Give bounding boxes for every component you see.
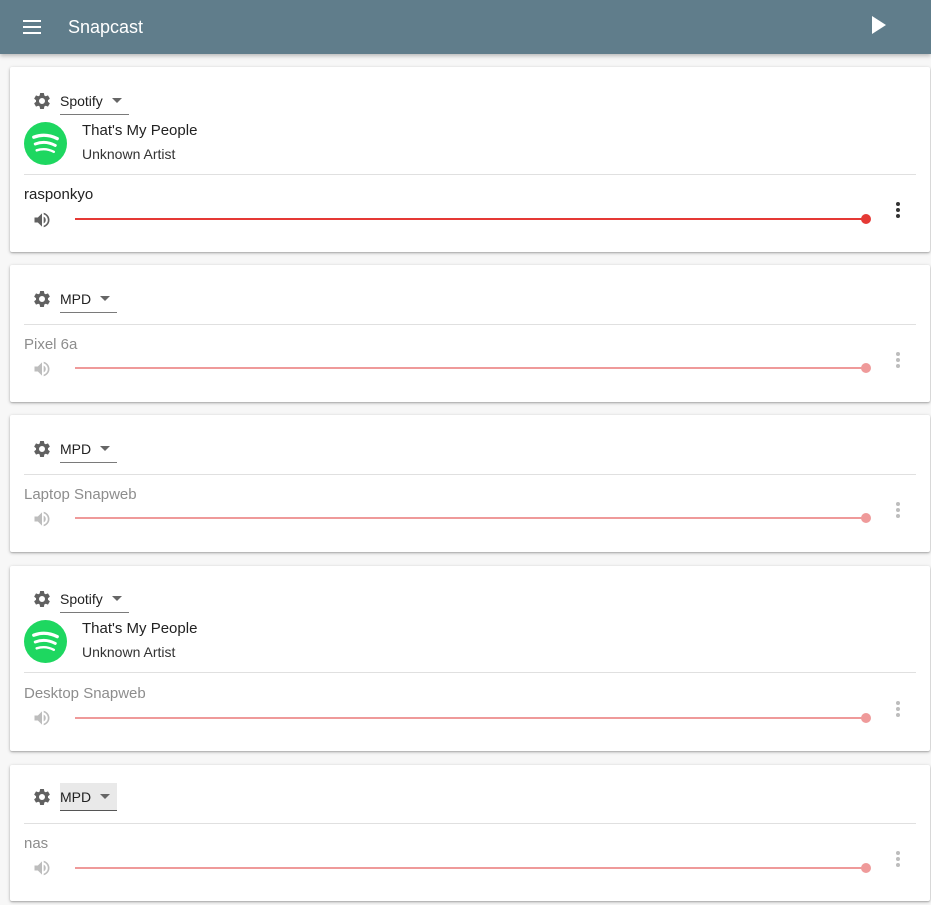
stream-select-value: Spotify (60, 590, 103, 607)
volume-icon[interactable] (32, 858, 52, 878)
volume-slider-track (75, 517, 866, 519)
more-vert-icon (896, 202, 900, 218)
group-settings-button[interactable] (32, 91, 52, 111)
volume-slider[interactable] (75, 213, 871, 225)
app-bar: Snapcast (0, 0, 931, 54)
volume-slider[interactable] (75, 712, 871, 724)
client-menu-button[interactable] (888, 500, 908, 520)
volume-slider[interactable] (75, 512, 871, 524)
divider (24, 174, 916, 175)
more-vert-icon (896, 701, 900, 717)
volume-slider-track (75, 717, 866, 719)
volume-slider[interactable] (75, 862, 871, 874)
stream-select-value: MPD (60, 290, 92, 307)
track-title: That's My People (82, 122, 198, 139)
stream-select[interactable]: MPD (60, 783, 118, 811)
client-menu-button[interactable] (888, 699, 908, 719)
stream-select-value: Spotify (60, 92, 103, 109)
menu-button[interactable] (20, 15, 44, 39)
volume-slider-thumb[interactable] (861, 214, 871, 224)
volume-slider-thumb[interactable] (861, 363, 871, 373)
spotify-logo-icon (24, 121, 67, 165)
client-name: rasponkyo (24, 186, 94, 203)
gear-icon (34, 789, 50, 805)
stream-select[interactable]: MPD (60, 285, 118, 313)
client-name: nas (24, 835, 49, 852)
track-title: That's My People (82, 620, 198, 637)
now-playing: That's My People Unknown Artist (24, 121, 197, 165)
gear-icon (34, 440, 50, 457)
client-name: Laptop Snapweb (24, 486, 137, 503)
volume-icon[interactable] (32, 210, 52, 230)
client-menu-button[interactable] (888, 200, 908, 220)
play-button[interactable] (867, 13, 891, 37)
stream-select[interactable]: MPD (60, 435, 118, 463)
group-settings-button[interactable] (32, 289, 52, 309)
group-settings-button[interactable] (32, 787, 52, 807)
client-menu-button[interactable] (888, 350, 908, 370)
volume-icon[interactable] (32, 359, 52, 379)
divider (24, 823, 916, 824)
volume-slider-track (75, 218, 866, 220)
chevron-down-icon (100, 296, 111, 301)
gear-icon (34, 290, 50, 307)
group-settings-button[interactable] (32, 439, 52, 459)
chevron-down-icon (111, 98, 122, 103)
track-artist: Unknown Artist (82, 644, 176, 660)
client-name: Pixel 6a (24, 336, 78, 353)
track-artist: Unknown Artist (82, 146, 176, 162)
stream-select-value: MPD (60, 440, 92, 457)
spotify-logo-icon (24, 619, 67, 663)
divider (24, 324, 916, 325)
more-vert-icon (896, 352, 900, 368)
client-name: Desktop Snapweb (24, 685, 146, 702)
volume-slider-thumb[interactable] (861, 513, 871, 523)
group-card: MPD Pixel 6a (10, 265, 930, 402)
now-playing: That's My People Unknown Artist (24, 619, 197, 663)
gear-icon (34, 92, 50, 109)
more-vert-icon (896, 502, 900, 518)
menu-icon (23, 20, 41, 34)
group-card: MPD nas (10, 765, 930, 901)
divider (24, 672, 916, 673)
group-card: Spotify That's My People Unknown Artist … (10, 67, 930, 252)
volume-icon[interactable] (32, 509, 52, 529)
chevron-down-icon (100, 446, 111, 451)
play-icon (872, 16, 886, 34)
group-settings-button[interactable] (32, 589, 52, 609)
stream-select-value: MPD (60, 788, 92, 805)
volume-slider-track (75, 367, 866, 369)
volume-icon[interactable] (32, 708, 52, 728)
stream-select[interactable]: Spotify (60, 87, 129, 115)
chevron-down-icon (111, 596, 122, 601)
app-title: Snapcast (68, 16, 144, 37)
volume-slider[interactable] (75, 362, 871, 374)
group-card: MPD Laptop Snapweb (10, 415, 930, 552)
gear-icon (34, 591, 50, 607)
more-vert-icon (896, 851, 900, 867)
volume-slider-thumb[interactable] (861, 713, 871, 723)
volume-slider-thumb[interactable] (861, 863, 871, 873)
client-menu-button[interactable] (888, 849, 908, 869)
group-card: Spotify That's My People Unknown Artist … (10, 566, 930, 751)
divider (24, 474, 916, 475)
volume-slider-track (75, 867, 866, 869)
chevron-down-icon (100, 794, 111, 799)
stream-select[interactable]: Spotify (60, 585, 129, 613)
